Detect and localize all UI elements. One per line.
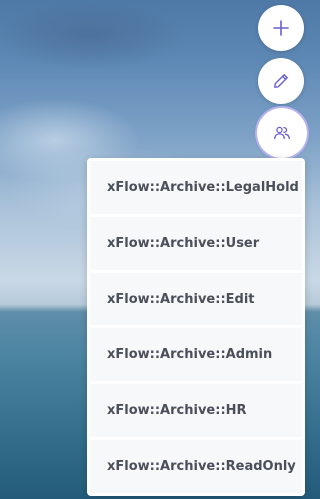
users-button[interactable] bbox=[257, 108, 307, 158]
users-icon bbox=[274, 126, 290, 140]
role-dropdown: xFlow::Archive::LegalHold xFlow::Archive… bbox=[87, 158, 305, 496]
pencil-icon bbox=[274, 74, 288, 88]
dropdown-item-edit[interactable]: xFlow::Archive::Edit bbox=[90, 272, 302, 326]
dropdown-item-legalhold[interactable]: xFlow::Archive::LegalHold bbox=[90, 161, 302, 214]
dropdown-item-admin[interactable]: xFlow::Archive::Admin bbox=[90, 328, 302, 382]
dropdown-item-hr[interactable]: xFlow::Archive::HR bbox=[90, 384, 302, 438]
plus-icon bbox=[273, 20, 289, 36]
edit-button[interactable] bbox=[258, 58, 304, 104]
dropdown-item-readonly[interactable]: xFlow::Archive::ReadOnly bbox=[90, 440, 302, 493]
dropdown-item-user[interactable]: xFlow::Archive::User bbox=[90, 216, 302, 270]
add-button[interactable] bbox=[258, 5, 304, 51]
